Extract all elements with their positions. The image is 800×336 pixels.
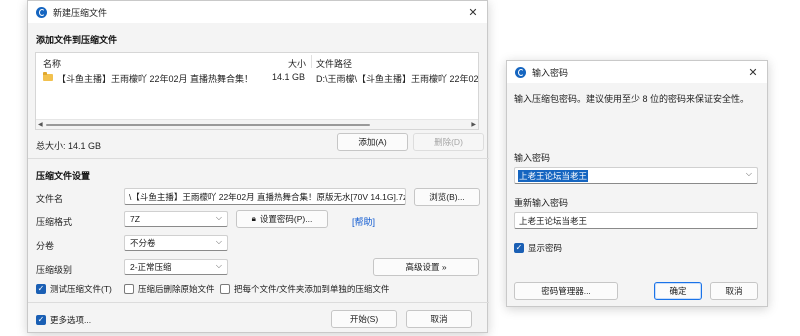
cancel-button[interactable]: 取消: [710, 282, 758, 300]
scrollbar-thumb[interactable]: [46, 124, 370, 126]
enter-password-value: 上老王论坛当老王: [518, 169, 589, 182]
total-size: 总大小: 14.1 GB: [36, 141, 102, 151]
ok-button[interactable]: 确定: [654, 282, 702, 300]
checkmark-icon: ✓: [36, 284, 46, 294]
reenter-password-input[interactable]: 上老王论坛当老王: [514, 212, 758, 229]
password-dialog: 输入密码 ✕ 输入压缩包密码。建议使用至少 8 位的密码来保证安全性。 输入密码…: [506, 60, 768, 307]
set-password-label: 设置密码(P)...: [259, 214, 313, 224]
file-name-cell: 【斗鱼主播】王雨檬吖 22年02月 直播热舞合集！: [57, 74, 254, 84]
file-list[interactable]: 名称 大小 文件路径 【斗鱼主播】王雨檬吖 22年02月 直播热舞合集！ 14.…: [35, 52, 479, 130]
split-label: 分卷: [36, 241, 55, 251]
test-archive-checkbox[interactable]: ✓ 测试压缩文件(T): [36, 283, 112, 295]
title-bar: 输入密码 ✕: [507, 61, 767, 83]
advanced-settings-button[interactable]: 高级设置 »: [373, 258, 479, 276]
chevron-down-icon: ⌵: [215, 237, 222, 246]
help-link[interactable]: [帮助]: [352, 215, 375, 228]
filename-label: 文件名: [36, 194, 64, 204]
checkmark-icon: ✓: [514, 243, 524, 253]
enter-password-combobox[interactable]: 上老王论坛当老王 ⌵: [514, 167, 758, 184]
reenter-password-label: 重新输入密码: [514, 198, 569, 208]
level-select[interactable]: 2-正常压缩 ⌵: [124, 259, 228, 275]
checkbox-box: [124, 284, 134, 294]
password-manager-button[interactable]: 密码管理器...: [514, 282, 618, 300]
password-description: 输入压缩包密码。建议使用至少 8 位的密码来保证安全性。: [514, 94, 750, 104]
separate-archives-label: 把每个文件/文件夹添加到单独的压缩文件: [234, 284, 390, 294]
divider: [28, 302, 489, 303]
browse-button[interactable]: 浏览(B)...: [414, 188, 480, 206]
checkmark-icon: ✓: [36, 315, 46, 325]
test-archive-label: 测试压缩文件(T): [50, 284, 112, 294]
format-select[interactable]: 7Z ⌵: [124, 211, 228, 227]
separate-archives-checkbox[interactable]: 把每个文件/文件夹添加到单独的压缩文件: [220, 283, 389, 295]
enter-password-label: 输入密码: [514, 153, 551, 163]
start-button[interactable]: 开始(S): [331, 310, 397, 328]
window-title: 输入密码: [532, 67, 569, 78]
split-value: 不分卷: [130, 238, 156, 248]
level-value: 2-正常压缩: [130, 262, 172, 272]
scroll-left-icon[interactable]: ◀: [38, 121, 43, 128]
file-size-cell: 14.1 GB: [272, 72, 306, 82]
filename-input[interactable]: \【斗鱼主播】王雨檬吖 22年02月 直播热舞合集！原版无水[70V 14.1G…: [124, 188, 406, 205]
lock-icon: 🔒︎: [251, 214, 256, 223]
split-select[interactable]: 不分卷 ⌵: [124, 235, 228, 251]
delete-source-label: 压缩后删除原始文件: [138, 284, 215, 294]
add-button[interactable]: 添加(A): [337, 133, 408, 151]
level-label: 压缩级别: [36, 265, 73, 275]
set-password-button[interactable]: 🔒︎ 设置密码(P)...: [236, 210, 328, 228]
chevron-down-icon: ⌵: [215, 213, 222, 222]
scroll-right-icon[interactable]: ▶: [471, 121, 476, 128]
new-archive-dialog: 新建压缩文件 ✕ 添加文件到压缩文件 名称 大小 文件路径 【斗鱼主播】王雨檬吖…: [27, 0, 489, 333]
window-title: 新建压缩文件: [53, 7, 108, 18]
show-password-label: 显示密码: [528, 243, 563, 253]
checkbox-box: [220, 284, 230, 294]
chevron-down-icon: ⌵: [745, 169, 752, 178]
column-divider[interactable]: [311, 55, 312, 68]
close-icon[interactable]: ✕: [739, 61, 767, 83]
title-bar: 新建压缩文件 ✕: [28, 1, 487, 23]
delete-button[interactable]: 删除(D): [413, 133, 484, 151]
delete-source-checkbox[interactable]: 压缩后删除原始文件: [124, 283, 215, 295]
table-row[interactable]: 【斗鱼主播】王雨檬吖 22年02月 直播热舞合集！ 14.1 GB D:\王雨檬…: [36, 69, 478, 85]
folder-icon: [43, 72, 53, 81]
cancel-button[interactable]: 取消: [406, 310, 472, 328]
close-icon[interactable]: ✕: [459, 1, 487, 23]
horizontal-scrollbar[interactable]: ◀ ▶: [36, 119, 478, 129]
divider: [28, 158, 489, 159]
chevron-down-icon: ⌵: [215, 261, 222, 270]
more-options-checkbox[interactable]: ✓ 更多选项...: [36, 314, 91, 326]
add-files-section-title: 添加文件到压缩文件: [36, 35, 118, 45]
more-options-label: 更多选项...: [50, 315, 92, 325]
app-icon: [515, 66, 526, 78]
show-password-checkbox[interactable]: ✓ 显示密码: [514, 242, 562, 254]
format-label: 压缩格式: [36, 217, 73, 227]
file-path-cell: D:\王雨檬\【斗鱼主播】王雨檬吖 22年02月 直播: [316, 74, 478, 84]
format-value: 7Z: [130, 214, 140, 224]
app-icon: [36, 6, 47, 18]
archive-settings-title: 压缩文件设置: [36, 171, 91, 181]
